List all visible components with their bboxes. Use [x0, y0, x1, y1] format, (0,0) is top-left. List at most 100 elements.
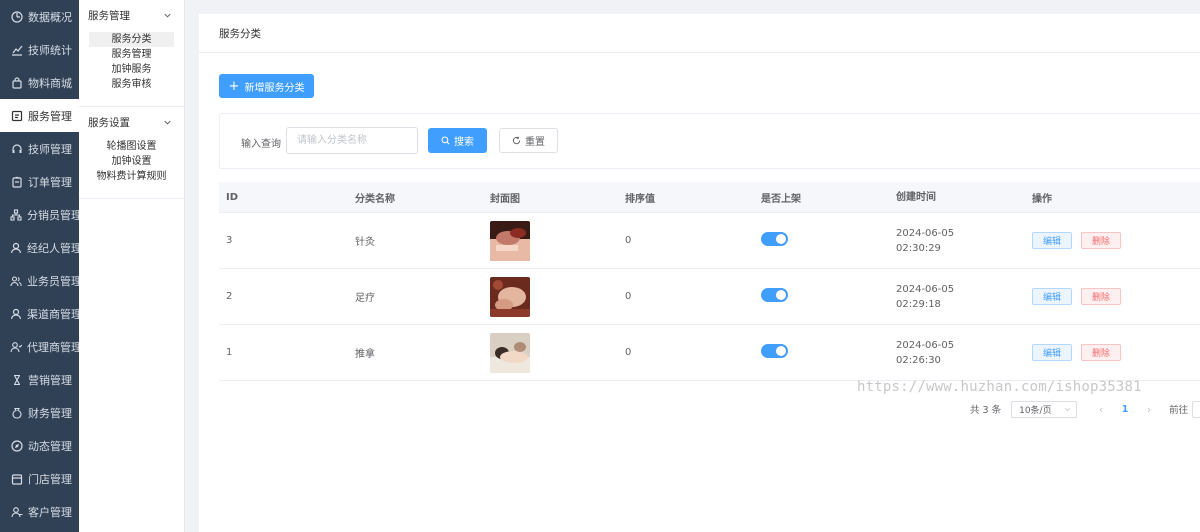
- reset-button[interactable]: 重置: [499, 128, 558, 153]
- table-row: 1 推拿 0 2024-06-05 02:26:30 编辑 删除: [219, 325, 1200, 381]
- edit-button[interactable]: 编辑: [1032, 344, 1073, 361]
- store-icon: [10, 472, 23, 485]
- column-header-created: 创建时间: [896, 191, 936, 203]
- sidebar-item-agent[interactable]: 代理商管理: [0, 330, 82, 363]
- sidebar-item-label: 服务管理: [28, 109, 72, 123]
- sidebar-item-finance[interactable]: 财务管理: [0, 396, 79, 429]
- sidebar-item-label: 订单管理: [28, 175, 72, 189]
- sidebar-item-label: 物料商城: [28, 76, 72, 90]
- sidebar-item-service[interactable]: 服务管理: [0, 99, 79, 132]
- page-size-select[interactable]: 10条/页: [1011, 400, 1078, 418]
- submenu-item-extra-time-settings[interactable]: 加钟设置: [89, 154, 174, 169]
- next-page-button[interactable]: ›: [1139, 403, 1159, 416]
- on-shelf-toggle[interactable]: [761, 344, 788, 358]
- bag-icon: [10, 76, 23, 89]
- sidebar-item-broker[interactable]: 经纪人管理: [0, 231, 82, 264]
- page-number-current[interactable]: 1: [1115, 404, 1135, 415]
- sidebar-item-dashboard[interactable]: 数据概况: [0, 0, 79, 33]
- sidebar-item-marketing[interactable]: 营销管理: [0, 363, 79, 396]
- cell-sort: 0: [625, 347, 632, 358]
- sidebar-item-distributor[interactable]: 分销员管理: [0, 198, 82, 231]
- main-sidebar: 数据概况 技师统计 物料商城 服务管理 技师管理 订单管理 分销员管理 经纪人管…: [0, 0, 82, 532]
- on-shelf-toggle[interactable]: [761, 232, 788, 246]
- watermark-text: https://www.huzhan.com/ishop35381: [857, 379, 1142, 395]
- refresh-icon: [512, 136, 521, 145]
- delete-button[interactable]: 删除: [1081, 344, 1122, 361]
- cell-id: 3: [226, 235, 233, 246]
- column-header-name: 分类名称: [355, 193, 395, 205]
- column-header-id: ID: [226, 191, 239, 203]
- cell-time: 02:26:30: [896, 354, 941, 366]
- goto-label: 前往: [1169, 405, 1189, 416]
- submenu-group-header[interactable]: 服务设置: [79, 107, 184, 137]
- hourglass-icon: [10, 373, 23, 386]
- column-header-sort: 排序值: [625, 193, 655, 205]
- sidebar-item-store[interactable]: 门店管理: [0, 462, 79, 495]
- table-row: 3 针灸 0 2024-06-05 02:30:29 编辑 删除: [219, 213, 1200, 269]
- people-icon: [10, 274, 22, 287]
- sidebar-item-label: 分销员管理: [27, 208, 82, 222]
- pagination-total: 共 3 条: [970, 405, 1002, 416]
- goto-page-input[interactable]: [1192, 400, 1200, 418]
- cell-time: 02:29:18: [896, 298, 941, 310]
- delete-button[interactable]: 删除: [1081, 288, 1122, 305]
- on-shelf-toggle[interactable]: [761, 288, 788, 302]
- network-icon: [10, 208, 22, 221]
- sidebar-item-channel[interactable]: 渠道商管理: [0, 297, 82, 330]
- table-row: 2 足疗 0 2024-06-05 02:29:18 编辑 删除: [219, 269, 1200, 325]
- cell-id: 1: [226, 347, 233, 358]
- sidebar-item-label: 渠道商管理: [27, 307, 82, 321]
- sidebar-item-label: 门店管理: [28, 472, 72, 486]
- sidebar-item-label: 财务管理: [28, 406, 72, 420]
- submenu-group-service: 服务管理 服务分类 服务管理 加钟服务 服务审核: [79, 0, 184, 107]
- compass-icon: [10, 439, 23, 452]
- prev-page-button[interactable]: ‹: [1091, 403, 1111, 416]
- sidebar-item-orders[interactable]: 订单管理: [0, 165, 79, 198]
- add-category-button[interactable]: + 新增服务分类: [219, 74, 314, 98]
- sidebar-item-material-mall[interactable]: 物料商城: [0, 66, 79, 99]
- column-header-on-shelf: 是否上架: [761, 193, 801, 205]
- sidebar-item-salesman[interactable]: 业务员管理: [0, 264, 82, 297]
- submenu-item-banner-settings[interactable]: 轮播图设置: [89, 139, 174, 154]
- submenu-panel: 服务管理 服务分类 服务管理 加钟服务 服务审核 服务设置 轮播图设置 加钟设置…: [79, 0, 185, 532]
- submenu-group-settings: 服务设置 轮播图设置 加钟设置 物料费计算规则: [79, 107, 184, 199]
- cover-image-tuina[interactable]: [490, 332, 530, 373]
- submenu-item-material-fee-rules[interactable]: 物料费计算规则: [89, 169, 174, 184]
- table-header: ID 分类名称 封面图 排序值 是否上架 创建时间 操作: [219, 182, 1200, 213]
- cell-date: 2024-06-05: [896, 227, 955, 239]
- sidebar-item-label: 技师管理: [28, 142, 72, 156]
- cell-date: 2024-06-05: [896, 283, 955, 295]
- submenu-item-service-management[interactable]: 服务管理: [89, 47, 174, 62]
- submenu-group-header[interactable]: 服务管理: [79, 0, 184, 30]
- submenu-item-service-category[interactable]: 服务分类: [89, 32, 174, 47]
- search-label: 输入查询: [241, 139, 281, 150]
- cover-image-acupuncture[interactable]: [490, 220, 530, 261]
- cover-image-foot-massage[interactable]: [490, 276, 530, 317]
- submenu-item-service-review[interactable]: 服务审核: [89, 77, 174, 92]
- service-icon: [10, 109, 23, 122]
- sidebar-item-label: 经纪人管理: [27, 241, 82, 255]
- category-name-input[interactable]: [286, 127, 418, 154]
- edit-button[interactable]: 编辑: [1032, 288, 1073, 305]
- clipboard-icon: [10, 175, 23, 188]
- edit-button[interactable]: 编辑: [1032, 232, 1073, 249]
- customer-icon: [10, 505, 23, 518]
- cell-name: 针灸: [355, 237, 375, 248]
- sidebar-item-moments[interactable]: 动态管理: [0, 429, 79, 462]
- delete-button[interactable]: 删除: [1081, 232, 1122, 249]
- add-category-label: 新增服务分类: [244, 82, 305, 94]
- chart-icon: [10, 43, 23, 56]
- category-table: ID 分类名称 封面图 排序值 是否上架 创建时间 操作 3 针灸 0 2024…: [219, 182, 1200, 381]
- search-button[interactable]: 搜索: [428, 128, 487, 153]
- submenu-group-title: 服务管理: [88, 9, 130, 22]
- sidebar-item-label: 数据概况: [28, 10, 72, 24]
- submenu-item-extra-time-service[interactable]: 加钟服务: [89, 62, 174, 77]
- reset-button-label: 重置: [525, 137, 545, 148]
- submenu-group-title: 服务设置: [88, 116, 130, 129]
- plus-icon: +: [228, 78, 240, 94]
- cell-name: 推拿: [355, 349, 375, 360]
- sidebar-item-technician[interactable]: 技师管理: [0, 132, 79, 165]
- page-size-value: 10条/页: [1019, 405, 1052, 416]
- sidebar-item-customer[interactable]: 客户管理: [0, 495, 79, 528]
- sidebar-item-technician-stats[interactable]: 技师统计: [0, 33, 79, 66]
